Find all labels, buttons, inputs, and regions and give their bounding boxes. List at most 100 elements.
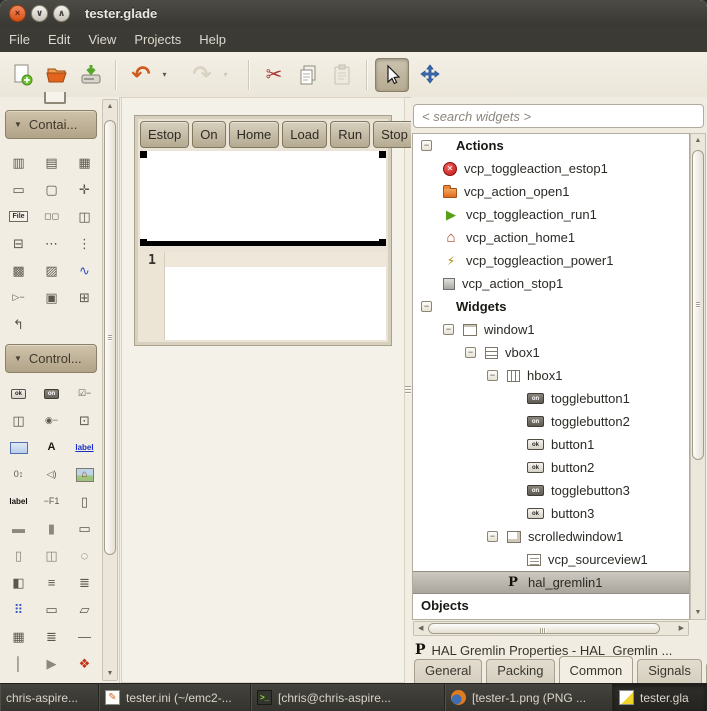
palette-item[interactable]: ◧ — [2, 569, 35, 596]
tree-row[interactable]: vcp_sourceview1 — [413, 548, 689, 571]
palette-item[interactable]: ⠿ — [2, 596, 35, 623]
palette-item[interactable]: ◁) — [35, 461, 68, 488]
tree-vertical-scrollbar[interactable]: ▲ ▼ — [690, 133, 706, 620]
palette-item[interactable]: ▯ — [2, 542, 35, 569]
select-tool-button[interactable] — [375, 58, 409, 92]
palette-item[interactable]: ok — [2, 380, 35, 407]
design-button[interactable]: Load — [282, 121, 327, 148]
palette-item[interactable]: ◌ — [68, 542, 101, 569]
palette-item[interactable]: on — [35, 380, 68, 407]
selection-handle[interactable] — [379, 239, 386, 246]
palette-item[interactable]: ◉− — [35, 407, 68, 434]
palette-item[interactable]: ↰ — [2, 311, 35, 338]
maximize-button[interactable]: ∧ — [53, 5, 70, 22]
scroll-left-icon[interactable]: ◀ — [418, 624, 423, 632]
properties-tab[interactable]: Packing — [486, 659, 554, 683]
tree-expander-icon[interactable]: − — [487, 531, 498, 542]
taskbar-item[interactable]: chris-aspire... — [0, 684, 99, 711]
tree-expander-icon[interactable]: − — [465, 347, 476, 358]
palette-item[interactable]: ⊟ — [2, 230, 35, 257]
tree-row[interactable]: Objects — [413, 594, 689, 617]
taskbar-item[interactable]: ✎ tester.ini (~/emc2-... — [99, 684, 251, 711]
minimize-button[interactable]: ∨ — [31, 5, 48, 22]
palette-item[interactable]: File — [2, 203, 35, 230]
palette-item[interactable]: ◫ — [2, 407, 35, 434]
tree-row[interactable]: ok button3 — [413, 502, 689, 525]
palette-item[interactable]: ▯ — [68, 488, 101, 515]
menu-item[interactable]: Projects — [125, 28, 190, 51]
hal-gremlin-widget[interactable] — [140, 151, 386, 246]
tree-row[interactable]: − Actions — [413, 134, 689, 157]
palette-item[interactable]: −F1 — [35, 488, 68, 515]
paste-button[interactable] — [325, 58, 359, 92]
drag-resize-tool-button[interactable] — [413, 58, 447, 92]
palette-item[interactable]: ▨ — [35, 257, 68, 284]
tree-horizontal-scrollbar[interactable]: ◀ ▶ — [413, 621, 689, 636]
palette-item[interactable]: ◻◻ — [35, 203, 68, 230]
menu-item[interactable]: File — [0, 28, 39, 51]
tree-expander-icon[interactable]: − — [421, 140, 432, 151]
scroll-down-icon[interactable]: ▼ — [691, 609, 705, 616]
tree-row[interactable]: on togglebutton3 — [413, 479, 689, 502]
palette-item[interactable]: ▤ — [35, 149, 68, 176]
open-button[interactable] — [40, 58, 74, 92]
tree-row[interactable]: − Widgets — [413, 295, 689, 318]
palette-section-controls[interactable]: ▼ Control... — [5, 344, 97, 373]
tree-row[interactable]: on togglebutton2 — [413, 410, 689, 433]
properties-tab[interactable]: General — [414, 659, 482, 683]
palette-item[interactable]: ◫ — [35, 542, 68, 569]
palette-item[interactable]: ◫ — [68, 203, 101, 230]
titlebar[interactable]: × ∨ ∧ tester.glade — [0, 0, 707, 26]
tree-expander-icon[interactable]: − — [487, 370, 498, 381]
palette-item[interactable]: ▩ — [2, 257, 35, 284]
palette-item[interactable]: ∿ — [68, 257, 101, 284]
tree-row[interactable]: − scrolledwindow1 — [413, 525, 689, 548]
menu-item[interactable]: Help — [190, 28, 235, 51]
tree-row[interactable]: ▶ vcp_toggleaction_run1 — [413, 203, 689, 226]
palette-item[interactable]: ≣ — [68, 569, 101, 596]
tree-row[interactable]: vcp_action_open1 — [413, 180, 689, 203]
close-button[interactable]: × — [9, 5, 26, 22]
undo-button[interactable]: ↶ — [124, 58, 158, 92]
palette-item[interactable]: ▦ — [2, 623, 35, 650]
redo-button[interactable]: ↷ — [185, 58, 219, 92]
palette-item[interactable]: A — [35, 434, 68, 461]
scroll-down-icon[interactable]: ▼ — [103, 670, 117, 677]
palette-item[interactable]: │ — [2, 650, 35, 677]
tree-row[interactable]: − window1 — [413, 318, 689, 341]
design-button[interactable]: On — [192, 121, 225, 148]
scroll-right-icon[interactable]: ▶ — [679, 624, 684, 632]
selection-handle[interactable] — [140, 239, 147, 246]
scroll-up-icon[interactable]: ▲ — [103, 103, 117, 110]
selection-handle[interactable] — [379, 151, 386, 158]
selection-handle[interactable] — [140, 151, 147, 158]
taskbar-item[interactable]: [tester-1.png (PNG ... — [445, 684, 613, 711]
palette-item[interactable]: ❖ — [68, 650, 101, 677]
palette-item[interactable]: label — [68, 434, 101, 461]
tree-scroll-thumb[interactable] — [692, 150, 704, 460]
design-button[interactable]: Estop — [140, 121, 189, 148]
palette-item[interactable]: — — [68, 623, 101, 650]
palette-item[interactable]: ⌂ — [68, 461, 101, 488]
palette-item[interactable]: ▭ — [2, 176, 35, 203]
palette-item[interactable]: ☑− — [68, 380, 101, 407]
cut-button[interactable]: ✂ — [257, 58, 291, 92]
tree-row[interactable]: − hbox1 — [413, 364, 689, 387]
redo-dropdown-icon[interactable]: ▾ — [219, 70, 232, 79]
palette-item[interactable]: ▮ — [35, 515, 68, 542]
taskbar-item[interactable]: tester.gla — [613, 684, 707, 711]
design-button[interactable]: Home — [229, 121, 280, 148]
properties-tab[interactable]: Common — [559, 656, 634, 683]
palette-item[interactable]: ▣ — [35, 284, 68, 311]
design-canvas[interactable]: Estop On Home Load Run Stop — [121, 97, 405, 683]
tree-hscroll-thumb[interactable] — [428, 623, 660, 634]
palette-scroll-thumb[interactable] — [104, 120, 116, 555]
copy-button[interactable] — [291, 58, 325, 92]
undo-dropdown-icon[interactable]: ▾ — [158, 70, 171, 79]
palette-item[interactable]: ▦ — [68, 149, 101, 176]
tree-row[interactable]: ok button1 — [413, 433, 689, 456]
scroll-up-icon[interactable]: ▲ — [691, 137, 705, 144]
palette-item[interactable]: ▷− — [2, 284, 35, 311]
tree-row[interactable]: P hal_gremlin1 — [413, 571, 689, 594]
tree-row[interactable]: on togglebutton1 — [413, 387, 689, 410]
